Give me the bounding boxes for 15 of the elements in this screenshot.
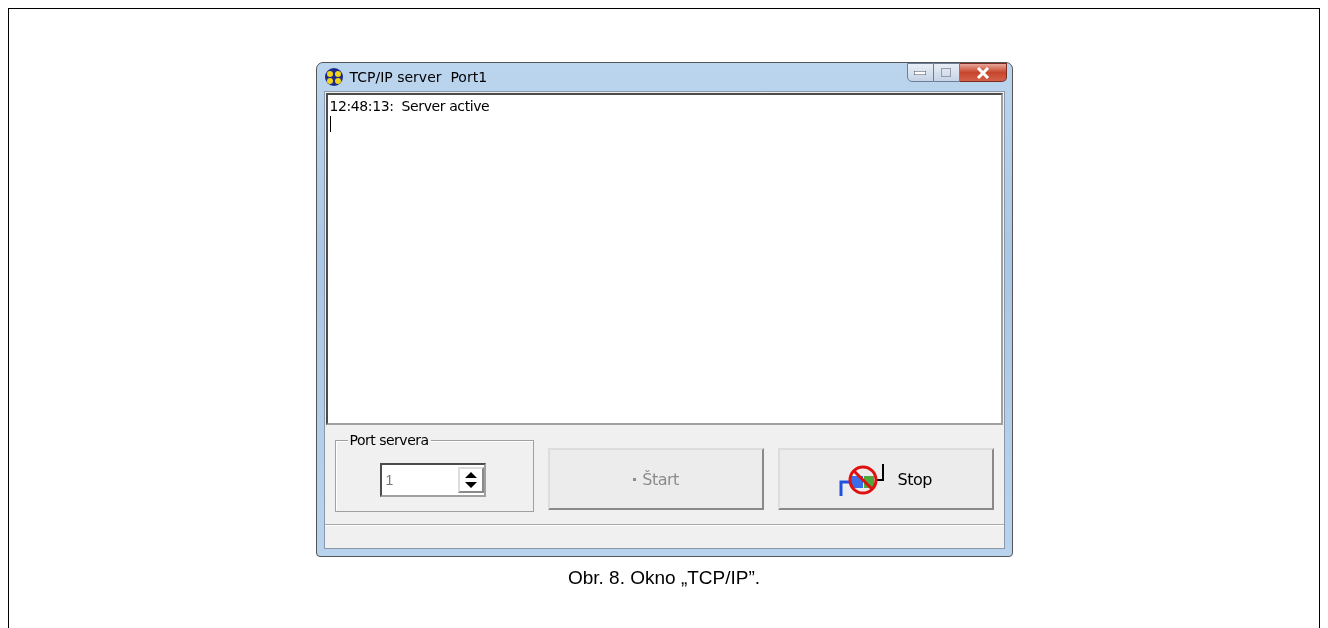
app-globe-icon <box>323 67 344 87</box>
log-line: 12:48:13: Server active <box>329 98 491 114</box>
figure-caption: Obr. 8. Okno „TCP/IP”. <box>567 567 761 589</box>
spin-arrows-icon[interactable] <box>457 467 484 493</box>
stop-button[interactable]: Stop <box>777 448 994 510</box>
port-spinbox[interactable]: 1 <box>379 463 486 497</box>
minimize-icon <box>914 70 926 75</box>
maximize-icon <box>941 68 951 77</box>
close-button[interactable] <box>959 63 1007 82</box>
close-icon <box>975 66 990 79</box>
window-title: TCP/IP server Port1 <box>349 69 488 85</box>
log-area[interactable]: 12:48:13: Server active <box>325 93 1003 425</box>
group-label: Port servera <box>347 432 431 448</box>
minimize-button[interactable] <box>906 63 934 82</box>
maximize-button[interactable] <box>933 63 960 82</box>
